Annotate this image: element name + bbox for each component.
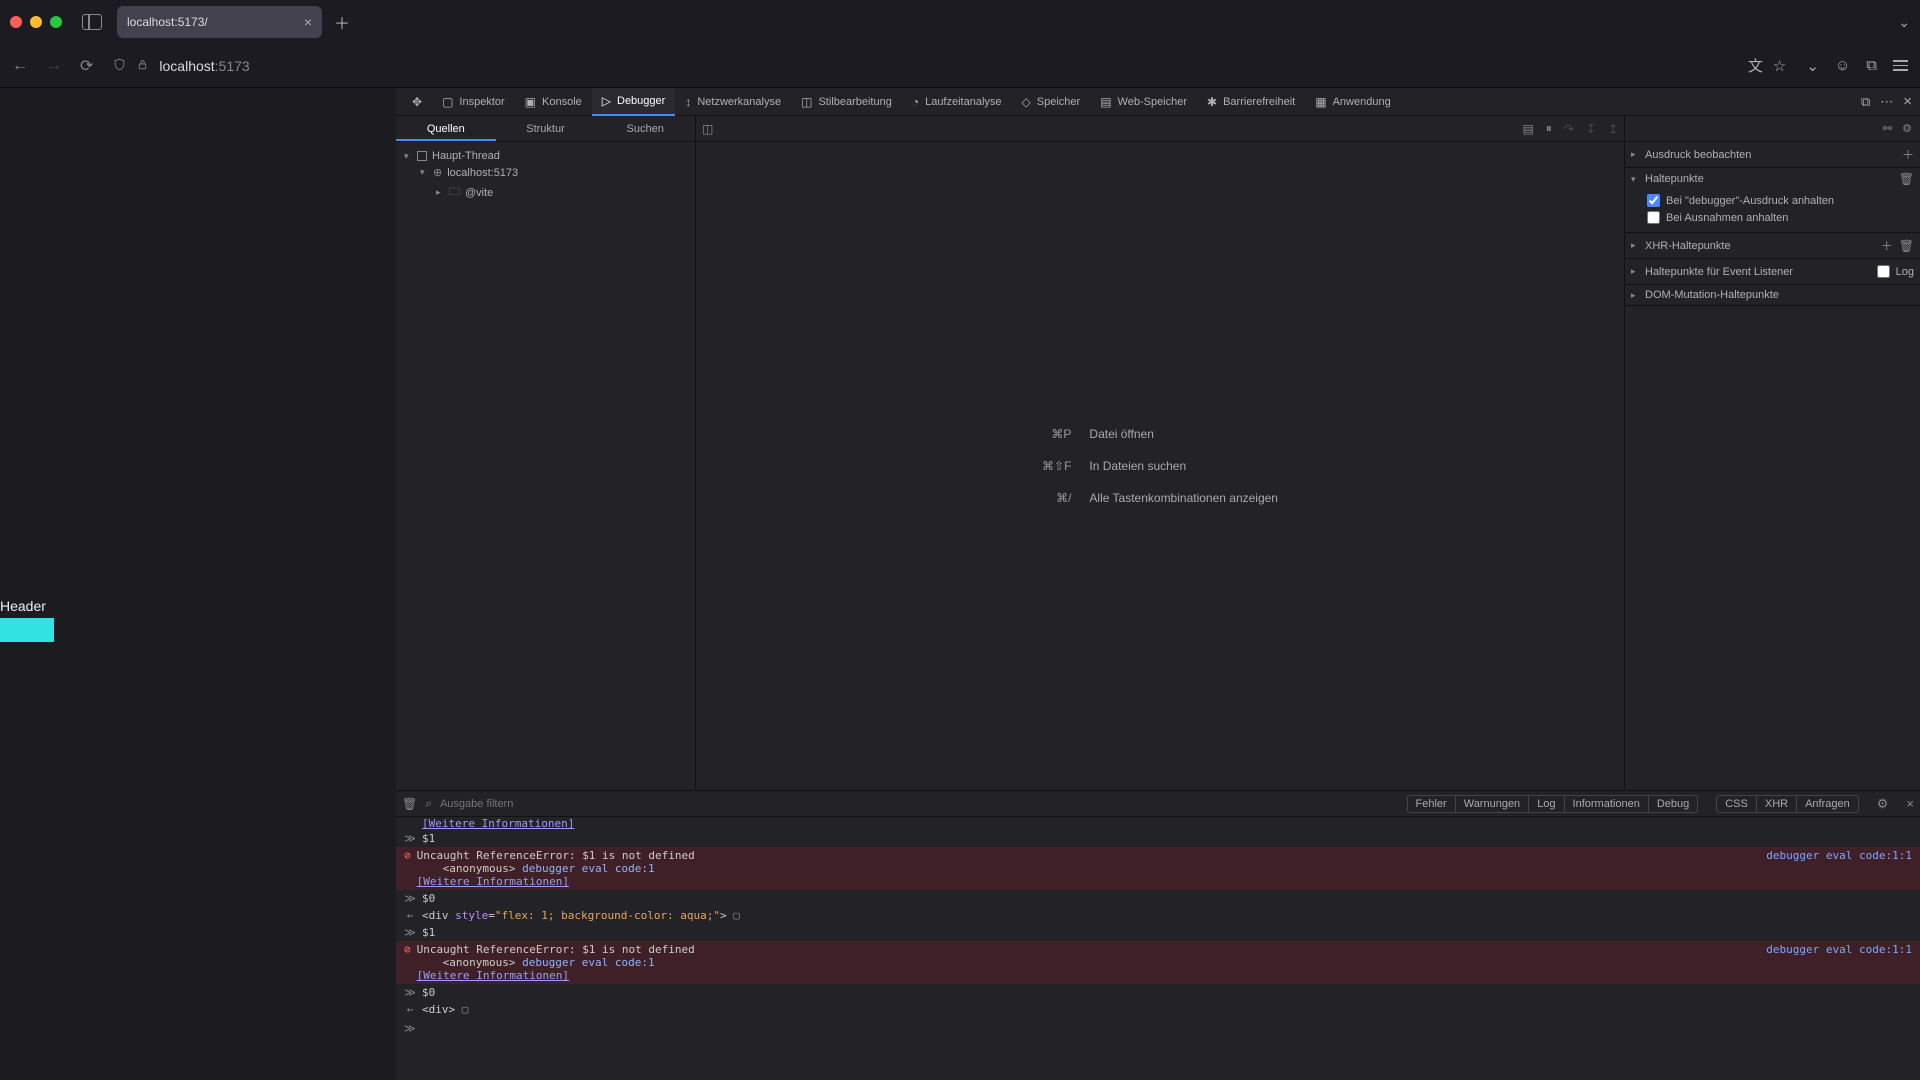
window-zoom[interactable] [50, 16, 62, 28]
step-in-icon[interactable]: ↧ [1586, 122, 1596, 136]
console-output-row: <div style="flex: 1; background-color: a… [396, 907, 1920, 924]
shield-icon[interactable] [113, 58, 126, 74]
url-text: localhost:5173 [159, 58, 249, 74]
page-aqua-box [0, 618, 54, 642]
reload-icon[interactable]: ⟳ [80, 56, 93, 76]
remove-xhr-icon[interactable]: 🗑 [1899, 239, 1914, 253]
window-minimize[interactable] [30, 16, 42, 28]
address-bar-row: ← → ⟳ localhost:5173 文 ☆ ⌄ ☺ ⧉ [0, 44, 1920, 88]
tree-vite[interactable]: ▸🗀@vite [400, 181, 691, 204]
tab-laufzeit[interactable]: ◔Laufzeitanalyse [902, 88, 1012, 116]
pill-debug[interactable]: Debug [1649, 795, 1698, 813]
sources-tab-quellen[interactable]: Quellen [396, 116, 496, 141]
extensions-icon[interactable]: ⧉ [1866, 57, 1877, 74]
new-tab-button[interactable]: ＋ [334, 10, 350, 34]
tabs-dropdown-icon[interactable]: ⌄ [1898, 14, 1910, 31]
devtools-more-icon[interactable]: ⋯ [1880, 94, 1893, 110]
sidebar-toggle-icon[interactable] [82, 14, 102, 30]
devtools: ✥ ▢Inspektor ▣Konsole ▷Debugger ↕Netzwer… [396, 88, 1920, 1080]
console-level-pills: Fehler Warnungen Log Informationen Debug [1407, 795, 1699, 813]
pill-anfragen[interactable]: Anfragen [1797, 795, 1859, 813]
chk-exceptions[interactable]: Bei Ausnahmen anhalten [1647, 209, 1914, 226]
remove-all-bp-icon[interactable]: 🗑 [1899, 172, 1914, 186]
nav-forward-icon: → [46, 57, 62, 75]
acc-dom: ▸DOM-Mutation-Haltepunkte [1625, 285, 1920, 306]
error-source-link[interactable]: debugger eval code:1:1 [1766, 849, 1912, 862]
lock-icon[interactable] [136, 58, 149, 74]
add-watch-icon[interactable]: ＋ [1902, 146, 1914, 163]
translate-icon[interactable]: 文 [1748, 55, 1763, 76]
traffic-lights [10, 16, 62, 28]
tab-inspektor[interactable]: ▢Inspektor [432, 88, 515, 116]
devtools-toolbar: ✥ ▢Inspektor ▣Konsole ▷Debugger ↕Netzwer… [396, 88, 1920, 116]
pill-xhr[interactable]: XHR [1757, 795, 1797, 813]
tab-netzwerk[interactable]: ↕Netzwerkanalyse [675, 88, 791, 116]
url-bar[interactable]: localhost:5173 文 ☆ [107, 50, 1792, 82]
more-info-link[interactable]: [Weitere Informationen] [396, 817, 1920, 830]
tab-anwendung[interactable]: ▦Anwendung [1305, 88, 1400, 116]
clear-console-icon[interactable]: 🗑 [402, 797, 417, 811]
pill-warnungen[interactable]: Warnungen [1456, 795, 1529, 813]
chk-event-log[interactable]: Log [1877, 263, 1914, 280]
pause-icon[interactable]: ⏸ [1546, 121, 1552, 136]
settings-gear-icon[interactable]: ⚙ [1902, 122, 1912, 135]
pill-css[interactable]: CSS [1716, 795, 1757, 813]
acc-event: ▸Haltepunkte für Event Listener Log [1625, 259, 1920, 285]
step-out-icon[interactable]: ↥ [1608, 122, 1618, 136]
sources-panel: Quellen Struktur Suchen ▾Haupt-Thread ▾⊕… [396, 116, 696, 790]
sources-tab-struktur[interactable]: Struktur [496, 116, 596, 141]
page-viewport: Header [0, 88, 396, 1080]
console-close-icon[interactable]: × [1906, 796, 1914, 811]
window-titlebar: localhost:5173/ × ＋ ⌄ [0, 0, 1920, 44]
pill-informationen[interactable]: Informationen [1565, 795, 1649, 813]
add-xhr-icon[interactable]: ＋ [1881, 237, 1893, 254]
tree-host[interactable]: ▾⊕localhost:5173 [400, 164, 691, 181]
console-error-row: ⊘ Uncaught ReferenceError: $1 is not def… [396, 847, 1920, 890]
tab-debugger[interactable]: ▷Debugger [592, 88, 676, 116]
nav-back-icon[interactable]: ← [12, 57, 28, 75]
acc-xhr: ▸XHR-Haltepunkte ＋ 🗑 [1625, 233, 1920, 259]
sources-tree: ▾Haupt-Thread ▾⊕localhost:5173 ▸🗀@vite [396, 142, 695, 210]
chk-debugger-stmt[interactable]: Bei "debugger"-Ausdruck anhalten [1647, 192, 1914, 209]
editor-collapse-icon[interactable]: ▤ [1522, 122, 1533, 136]
step-over-icon[interactable]: ↷ [1564, 122, 1574, 136]
tab-barrierefreiheit[interactable]: ✱Barrierefreiheit [1197, 88, 1305, 116]
devtools-dock-icon[interactable]: ⧉ [1861, 94, 1870, 110]
browser-tab[interactable]: localhost:5173/ × [117, 6, 322, 38]
pill-log[interactable]: Log [1529, 795, 1564, 813]
acc-breakpoints: ▾Haltepunkte 🗑 Bei "debugger"-Ausdruck a… [1625, 168, 1920, 233]
console-prompt[interactable] [396, 1018, 1920, 1039]
pretty-print-icon[interactable]: ⚯ [1883, 122, 1892, 135]
tab-stil[interactable]: ◫Stilbearbeitung [791, 88, 902, 116]
editor-panel: ◫ ▤ ⏸ ↷ ↧ ↥ ⌘PDatei öffnen ⌘⇧FIn Dateien… [696, 116, 1625, 790]
tab-picker[interactable]: ✥ [402, 88, 432, 116]
tab-title: localhost:5173/ [127, 15, 296, 29]
console-error-row: ⊘ Uncaught ReferenceError: $1 is not def… [396, 941, 1920, 984]
acc-watch: ▸Ausdruck beobachten ＋ [1625, 142, 1920, 168]
tab-webspeicher[interactable]: ▤Web-Speicher [1090, 88, 1197, 116]
account-icon[interactable]: ☺ [1835, 57, 1850, 74]
window-close[interactable] [10, 16, 22, 28]
tree-main-thread[interactable]: ▾Haupt-Thread [400, 148, 691, 164]
console-settings-icon[interactable]: ⚙ [1877, 796, 1889, 812]
devtools-close-icon[interactable]: × [1903, 93, 1912, 110]
debugger-sidebar: ⚯ ⚙ ▸Ausdruck beobachten ＋ ▾Haltepunkte … [1625, 116, 1920, 790]
error-source-link[interactable]: debugger eval code:1:1 [1766, 943, 1912, 956]
tab-speicher[interactable]: ◇Speicher [1012, 88, 1091, 116]
console-filter-input[interactable] [440, 798, 590, 810]
sources-tab-suchen[interactable]: Suchen [595, 116, 695, 141]
editor-layout-icon[interactable]: ◫ [702, 122, 713, 136]
console-output: [Weitere Informationen] $1 ⊘ Uncaught Re… [396, 817, 1920, 1080]
editor-placeholder-shortcuts: ⌘PDatei öffnen ⌘⇧FIn Dateien suchen ⌘/Al… [1042, 427, 1278, 505]
hamburger-menu-icon[interactable] [1893, 60, 1908, 71]
star-icon[interactable]: ☆ [1773, 57, 1786, 75]
page-header-text: Header [0, 598, 46, 614]
pocket-icon[interactable]: ⌄ [1806, 57, 1819, 75]
tab-close-icon[interactable]: × [304, 14, 312, 30]
pill-fehler[interactable]: Fehler [1407, 795, 1456, 813]
console-input-row: $1 [396, 830, 1920, 847]
console-drawer: 🗑 ⌕ Fehler Warnungen Log Informationen D… [396, 790, 1920, 1080]
tab-konsole[interactable]: ▣Konsole [515, 88, 592, 116]
